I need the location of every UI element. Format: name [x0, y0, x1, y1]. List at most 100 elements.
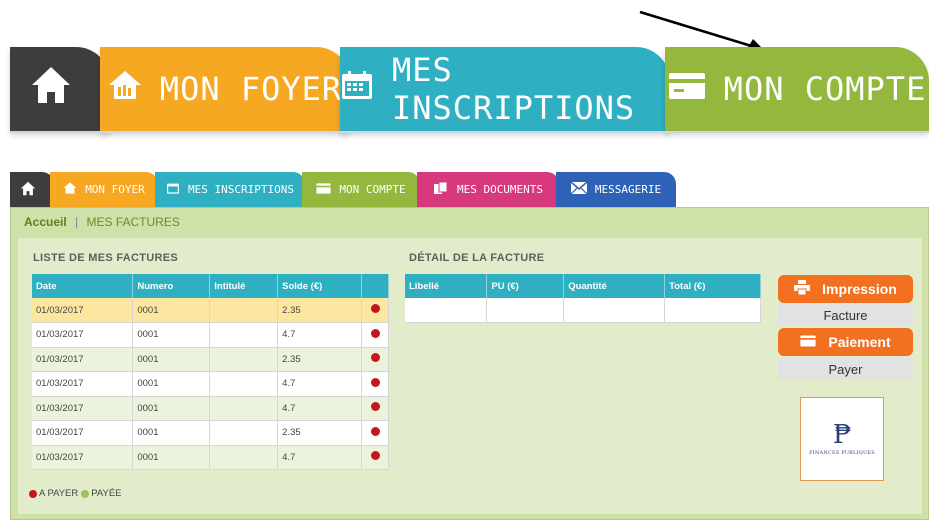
legend-unpaid: A PAYER [39, 488, 79, 499]
tab-home[interactable] [10, 172, 54, 207]
facture-button[interactable]: Facture [778, 304, 913, 326]
invoice-table: Date Numero Intitulé Solde (€) 01/03/201… [32, 274, 389, 470]
zoom-tab-mes-inscriptions-label: MES INSCRIPTIONS [392, 51, 636, 127]
unpaid-status-icon [370, 451, 380, 461]
cell-status [361, 396, 389, 421]
breadcrumb-current: MES FACTURES [86, 215, 180, 229]
unpaid-status-icon [370, 402, 380, 412]
paid-dot-icon [81, 489, 90, 498]
cell-status [361, 322, 389, 348]
paiement-label: Paiement [828, 334, 891, 350]
cell-numero: 0001 [132, 371, 211, 397]
cell-intitule [209, 445, 279, 470]
detail-cell [405, 298, 488, 323]
invoice-detail-title: DÉTAIL DE LA FACTURE [409, 252, 545, 264]
paiement-button[interactable]: Paiement [778, 328, 913, 356]
tab-messagerie-label: MESSAGERIE [594, 183, 662, 196]
unpaid-status-icon [370, 353, 380, 363]
cell-date: 01/03/2017 [32, 371, 134, 397]
impression-label: Impression [822, 281, 897, 297]
status-legend: A PAYER PAYÉE [29, 488, 122, 499]
zoom-tab-mon-compte[interactable]: MON COMPTE [665, 47, 929, 131]
zoom-tab-mon-compte-label: MON COMPTE [723, 70, 927, 108]
tab-mon-foyer[interactable]: MON FOYER [50, 172, 158, 207]
payer-button[interactable]: Payer [778, 358, 913, 380]
calendar-icon [166, 182, 188, 197]
cell-solde: 4.7 [277, 445, 362, 470]
col-numero: Numero [132, 274, 211, 298]
col-date: Date [32, 274, 134, 298]
envelope-icon [570, 181, 595, 197]
zoom-tab-mon-foyer[interactable]: MON FOYER [100, 47, 350, 131]
logo-text: FINANCES PUBLIQUES [809, 450, 875, 456]
breadcrumb-separator: | [75, 215, 79, 229]
invoice-row[interactable]: 01/03/2017 0001 4.7 [32, 322, 389, 348]
cell-intitule [209, 298, 279, 323]
unpaid-status-icon [370, 328, 380, 338]
detail-cell [664, 298, 761, 323]
breadcrumb: Accueil | MES FACTURES [24, 215, 180, 229]
unpaid-status-icon [370, 377, 380, 387]
cell-date: 01/03/2017 [32, 445, 134, 470]
tab-messagerie[interactable]: MESSAGERIE [556, 172, 676, 207]
cell-intitule [209, 420, 279, 446]
cell-numero: 0001 [132, 322, 211, 348]
zoom-tab-mon-foyer-label: MON FOYER [159, 70, 343, 108]
col-libelle: Libellé [405, 274, 488, 298]
col-total: Total (€) [664, 274, 761, 298]
documents-icon [433, 181, 457, 198]
col-status [361, 274, 389, 298]
cell-date: 01/03/2017 [32, 347, 134, 372]
cell-numero: 0001 [132, 347, 211, 372]
invoice-row[interactable]: 01/03/2017 0001 2.35 [32, 298, 389, 323]
cell-status [361, 347, 389, 372]
col-solde: Solde (€) [277, 274, 362, 298]
invoice-row[interactable]: 01/03/2017 0001 4.7 [32, 371, 389, 397]
card-icon [668, 70, 724, 108]
zoom-tab-home[interactable] [10, 47, 110, 131]
cell-numero: 0001 [132, 445, 211, 470]
cell-numero: 0001 [132, 420, 211, 446]
detail-cell [563, 298, 666, 323]
cell-date: 01/03/2017 [32, 420, 134, 446]
tab-mes-inscriptions-label: MES INSCRIPTIONS [188, 183, 294, 196]
tab-mon-compte[interactable]: MON COMPTE [302, 172, 420, 207]
logo-mark: ₱ [832, 420, 852, 450]
zoom-tab-mes-inscriptions[interactable]: MES INSCRIPTIONS [340, 47, 670, 131]
cell-solde: 4.7 [277, 396, 362, 421]
col-pu: PU (€) [486, 274, 565, 298]
legend-paid: PAYÉE [91, 488, 122, 499]
col-quantite: Quantité [563, 274, 666, 298]
cell-solde: 4.7 [277, 371, 362, 397]
house-family-icon [108, 70, 160, 108]
tab-mes-documents[interactable]: MES DOCUMENTS [417, 172, 559, 207]
card-icon [316, 182, 339, 197]
cell-intitule [209, 371, 279, 397]
invoice-row[interactable]: 01/03/2017 0001 2.35 [32, 347, 389, 372]
tab-mes-inscriptions[interactable]: MES INSCRIPTIONS [155, 172, 305, 207]
unpaid-dot-icon [29, 489, 37, 498]
home-icon [30, 65, 90, 113]
cell-intitule [209, 322, 279, 348]
cell-intitule [209, 396, 279, 421]
breadcrumb-home-link[interactable]: Accueil [24, 215, 67, 229]
calendar-icon [340, 70, 392, 108]
cell-status [361, 298, 389, 323]
tab-mon-compte-label: MON COMPTE [339, 183, 406, 196]
cell-numero: 0001 [132, 298, 211, 323]
detail-empty-row [405, 298, 761, 323]
home-icon [20, 181, 44, 199]
cell-date: 01/03/2017 [32, 298, 134, 323]
impression-button[interactable]: Impression [778, 275, 913, 303]
cell-solde: 2.35 [277, 298, 362, 323]
house-family-icon [63, 182, 85, 197]
cell-solde: 2.35 [277, 347, 362, 372]
cell-solde: 2.35 [277, 420, 362, 446]
invoice-row[interactable]: 01/03/2017 0001 2.35 [32, 420, 389, 446]
tab-mes-documents-label: MES DOCUMENTS [456, 183, 544, 196]
invoice-row[interactable]: 01/03/2017 0001 4.7 [32, 445, 389, 470]
invoice-list-title: LISTE DE MES FACTURES [33, 252, 179, 264]
finances-publiques-logo: ₱ FINANCES PUBLIQUES [800, 397, 884, 481]
zoom-divider [10, 131, 929, 133]
invoice-row[interactable]: 01/03/2017 0001 4.7 [32, 396, 389, 421]
